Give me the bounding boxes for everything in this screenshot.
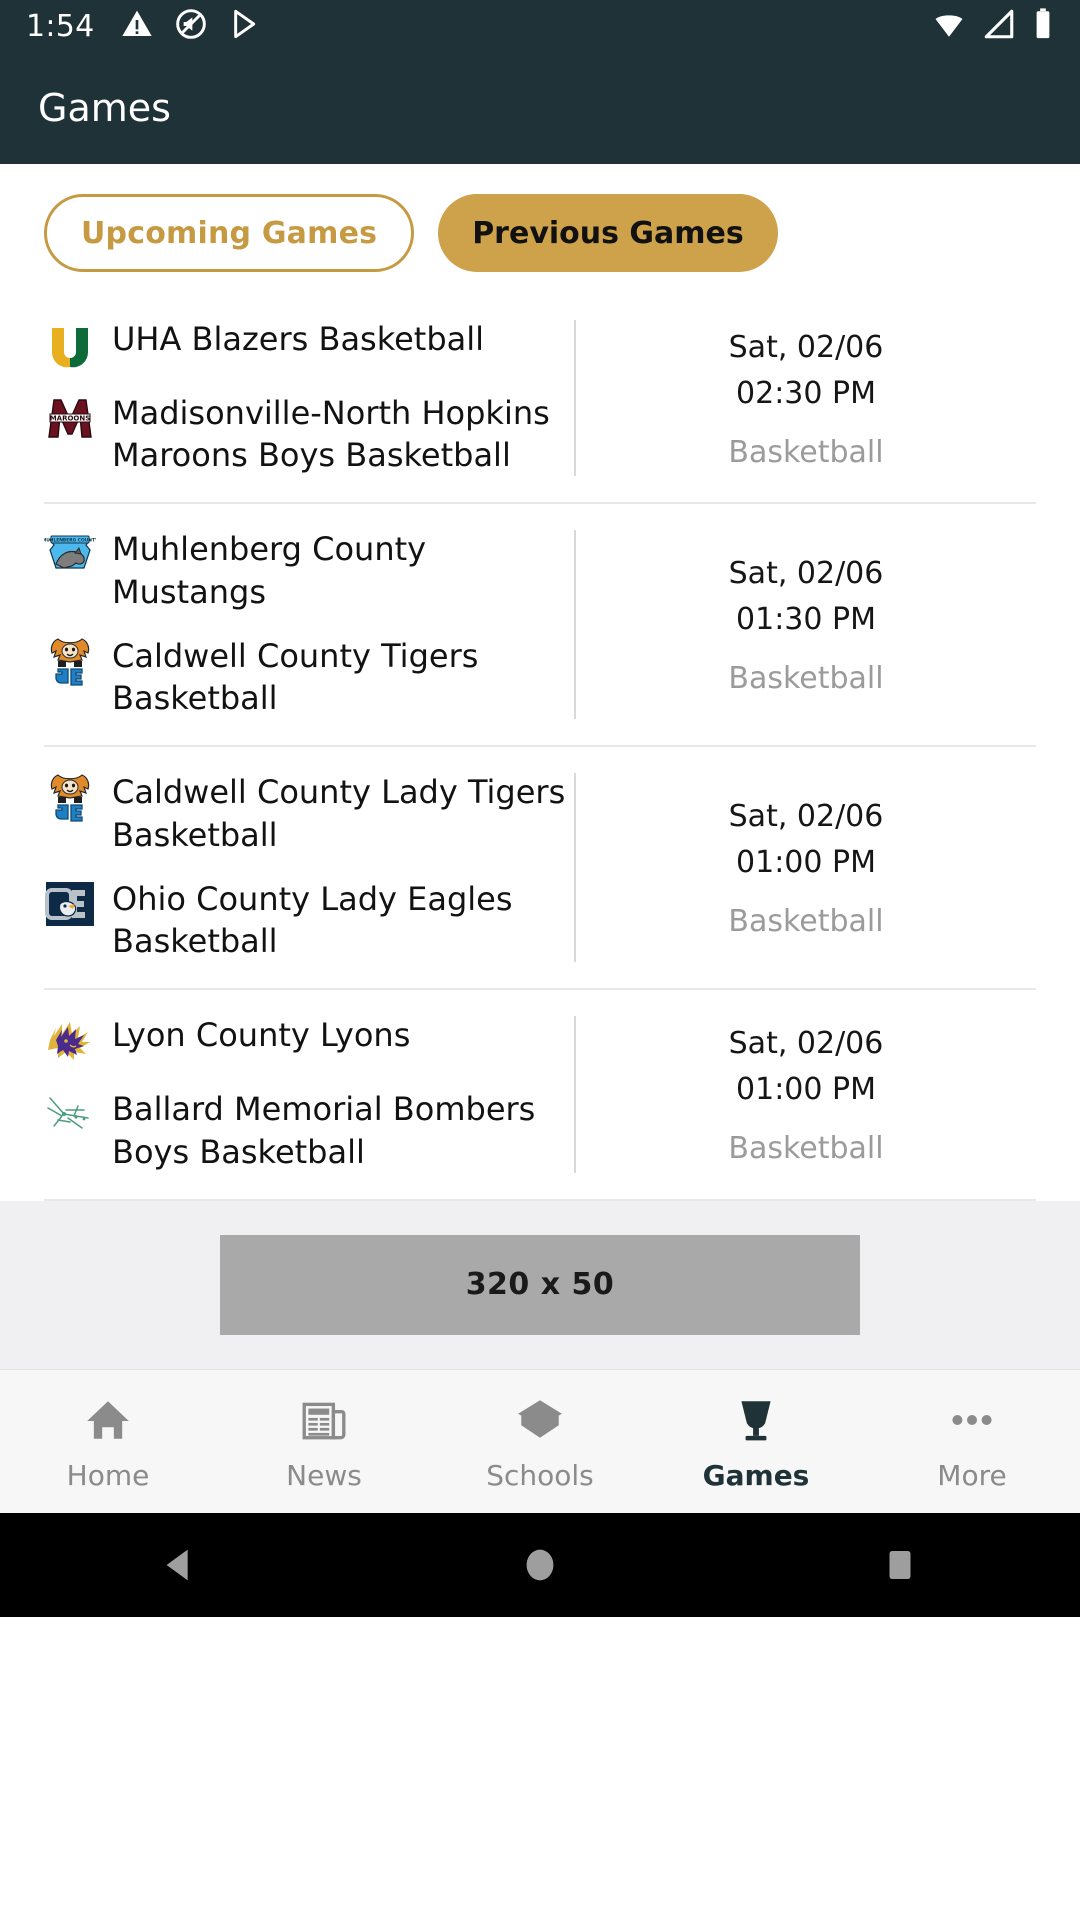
team-name: Ballard Memorial Bombers Boys Basketball bbox=[112, 1090, 536, 1171]
team-name: Caldwell County Lady Tigers Basketball bbox=[112, 773, 566, 854]
wifi-icon bbox=[932, 7, 966, 45]
nav-item-more[interactable]: More bbox=[864, 1391, 1080, 1492]
status-bar-notification-icons bbox=[121, 8, 261, 44]
game-teams: MUHLENBERG COUNTY Muhlenberg County Must… bbox=[44, 504, 574, 745]
tab-upcoming-games[interactable]: Upcoming Games bbox=[44, 194, 415, 272]
nav-item-label: News bbox=[286, 1458, 362, 1492]
game-date: Sat, 02/06 bbox=[728, 1026, 884, 1062]
back-icon[interactable] bbox=[120, 1542, 240, 1588]
team-name: Caldwell County Tigers Basketball bbox=[112, 636, 479, 718]
game-sport: Basketball bbox=[728, 1131, 884, 1167]
team-name: Lyon County Lyons bbox=[112, 1016, 411, 1055]
nav-item-label: Home bbox=[66, 1458, 150, 1492]
team-entry: Ohio County Lady Eagles Basketball bbox=[44, 876, 574, 962]
battery-icon bbox=[1032, 7, 1054, 45]
game-meta: Sat, 02/06 01:30 PM Basketball bbox=[576, 504, 1036, 745]
status-bar-system-icons bbox=[932, 7, 1054, 45]
nav-item-label: Games bbox=[702, 1458, 810, 1492]
page-title: Games bbox=[38, 86, 171, 130]
game-meta: Sat, 02/06 01:00 PM Basketball bbox=[576, 747, 1036, 988]
graduation-cap-icon bbox=[515, 1391, 565, 1449]
nav-item-label: Schools bbox=[486, 1458, 594, 1492]
nav-item-news[interactable]: News bbox=[216, 1391, 432, 1492]
bottom-navigation-bar: Home News Schools Games More bbox=[0, 1368, 1080, 1513]
team-entry: UHA Blazers Basketball bbox=[44, 316, 574, 370]
games-list: UHA Blazers Basketball MAROONS Madisonvi… bbox=[0, 294, 1080, 1201]
nav-item-label: More bbox=[937, 1458, 1007, 1492]
nav-item-schools[interactable]: Schools bbox=[432, 1391, 648, 1492]
recents-square-icon[interactable] bbox=[840, 1544, 960, 1586]
game-row[interactable]: Lyon County Lyons Ballard Memorial Bombe… bbox=[44, 990, 1036, 1201]
team-name: Muhlenberg County Mustangs bbox=[112, 530, 427, 611]
team-entry: Ballard Memorial Bombers Boys Basketball bbox=[44, 1086, 574, 1172]
game-teams: Lyon County Lyons Ballard Memorial Bombe… bbox=[44, 990, 574, 1198]
game-teams: Caldwell County Lady Tigers Basketball O… bbox=[44, 747, 574, 988]
uha-blazers-logo bbox=[44, 318, 96, 370]
games-filter-tabs: Upcoming Games Previous Games bbox=[0, 164, 1080, 294]
team-name: Ohio County Lady Eagles Basketball bbox=[112, 879, 513, 961]
status-bar-clock: 1:54 bbox=[26, 8, 95, 44]
ellipsis-icon bbox=[947, 1391, 997, 1449]
warning-triangle-icon bbox=[121, 8, 153, 44]
caldwell-tigers-logo bbox=[44, 635, 96, 687]
game-date: Sat, 02/06 bbox=[728, 329, 884, 365]
ad-banner-zone: 320 x 50 bbox=[0, 1200, 1080, 1369]
app-header: Games bbox=[0, 52, 1080, 164]
ad-placeholder[interactable]: 320 x 50 bbox=[220, 1234, 860, 1335]
game-row[interactable]: Caldwell County Lady Tigers Basketball O… bbox=[44, 747, 1036, 991]
newspaper-icon bbox=[299, 1391, 349, 1449]
no-sound-icon bbox=[175, 8, 207, 44]
game-meta: Sat, 02/06 02:30 PM Basketball bbox=[576, 294, 1036, 502]
trophy-icon bbox=[731, 1391, 781, 1449]
game-sport: Basketball bbox=[728, 904, 884, 940]
game-teams: UHA Blazers Basketball MAROONS Madisonvi… bbox=[44, 294, 574, 502]
game-time: 02:30 PM bbox=[736, 375, 876, 411]
nav-item-games[interactable]: Games bbox=[648, 1391, 864, 1492]
game-sport: Basketball bbox=[728, 434, 884, 470]
mustangs-logo: MUHLENBERG COUNTY bbox=[44, 528, 96, 580]
game-row[interactable]: MUHLENBERG COUNTY Muhlenberg County Must… bbox=[44, 504, 1036, 748]
team-entry: Lyon County Lyons bbox=[44, 1012, 574, 1066]
game-sport: Basketball bbox=[728, 661, 884, 697]
android-status-bar: 1:54 bbox=[0, 0, 1080, 52]
game-date: Sat, 02/06 bbox=[728, 799, 884, 835]
team-name: UHA Blazers Basketball bbox=[112, 320, 485, 358]
svg-text:MUHLENBERG COUNTY: MUHLENBERG COUNTY bbox=[44, 538, 96, 544]
team-entry: Caldwell County Lady Tigers Basketball bbox=[44, 769, 574, 855]
svg-text:MAROONS: MAROONS bbox=[50, 415, 91, 423]
maroons-logo: MAROONS bbox=[44, 392, 96, 444]
play-store-icon bbox=[229, 8, 261, 44]
nav-item-home[interactable]: Home bbox=[0, 1391, 216, 1492]
game-date: Sat, 02/06 bbox=[728, 556, 884, 592]
ohio-county-eagles-logo bbox=[44, 878, 96, 930]
game-time: 01:00 PM bbox=[736, 845, 876, 881]
team-entry: Caldwell County Tigers Basketball bbox=[44, 633, 574, 719]
caldwell-tigers-logo bbox=[44, 771, 96, 823]
game-meta: Sat, 02/06 01:00 PM Basketball bbox=[576, 990, 1036, 1198]
game-time: 01:00 PM bbox=[736, 1072, 876, 1108]
team-name: Madisonville-North Hopkins Maroons Boys … bbox=[112, 394, 550, 475]
cell-signal-icon bbox=[982, 7, 1016, 45]
game-row[interactable]: UHA Blazers Basketball MAROONS Madisonvi… bbox=[44, 294, 1036, 505]
ballard-bombers-logo bbox=[44, 1088, 96, 1140]
game-time: 01:30 PM bbox=[736, 602, 876, 638]
android-navigation-bar bbox=[0, 1512, 1080, 1617]
home-icon bbox=[83, 1391, 133, 1449]
tab-previous-games[interactable]: Previous Games bbox=[438, 194, 778, 272]
team-entry: MUHLENBERG COUNTY Muhlenberg County Must… bbox=[44, 526, 574, 612]
home-circle-icon[interactable] bbox=[480, 1542, 600, 1588]
team-entry: MAROONS Madisonville-North Hopkins Maroo… bbox=[44, 390, 574, 476]
lyon-county-lions-logo bbox=[44, 1014, 96, 1066]
